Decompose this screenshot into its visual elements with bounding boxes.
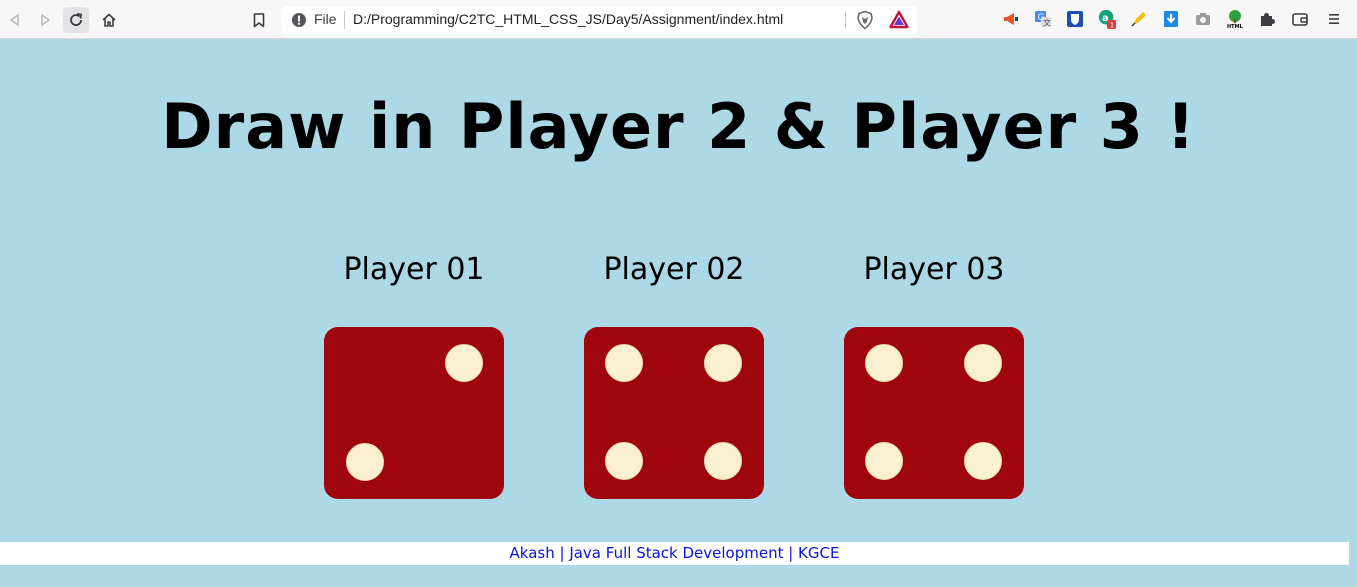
download-extension-icon[interactable]	[1161, 9, 1181, 29]
url-separator	[344, 11, 345, 29]
dice-pip	[704, 344, 742, 382]
forward-button[interactable]	[32, 7, 58, 33]
dice-pip	[865, 442, 903, 480]
dice-face	[584, 327, 764, 499]
dice-pip	[865, 344, 903, 382]
bookmark-button[interactable]	[248, 8, 270, 32]
puzzle-extensions-icon[interactable]	[1257, 9, 1277, 29]
bitwarden-extension-icon[interactable]	[1065, 9, 1085, 29]
brave-rewards-icon[interactable]	[889, 10, 909, 30]
page-footer: Akash | Java Full Stack Development | KG…	[0, 542, 1349, 565]
brave-shield-icon[interactable]	[855, 10, 875, 30]
svg-text:HTML: HTML	[1227, 24, 1244, 29]
html-tree-extension-icon[interactable]: HTML	[1225, 9, 1245, 29]
home-icon	[102, 13, 116, 27]
reload-icon	[70, 13, 83, 26]
dice-face	[844, 327, 1024, 499]
player-label: Player 03	[863, 252, 1005, 287]
screenshot-extension-icon[interactable]	[1193, 9, 1213, 29]
back-button[interactable]	[2, 7, 28, 33]
dice-face	[324, 327, 504, 499]
dice-pip	[964, 442, 1002, 480]
forward-arrow-icon	[41, 14, 50, 26]
dice-pip	[605, 344, 643, 382]
browser-toolbar: File D:/Programming/C2TC_HTML_CSS_JS/Day…	[0, 0, 1357, 39]
highlighter-extension-icon[interactable]	[1129, 9, 1149, 29]
menu-icon[interactable]	[1324, 9, 1344, 29]
url-text[interactable]: D:/Programming/C2TC_HTML_CSS_JS/Day5/Ass…	[353, 11, 783, 27]
reload-button[interactable]	[63, 7, 89, 33]
translate-extension-icon[interactable]: G文	[1033, 9, 1053, 29]
player-label: Player 02	[603, 252, 745, 287]
footer-text: Akash | Java Full Stack Development | KG…	[509, 544, 840, 562]
url-scheme-label: File	[314, 11, 337, 27]
page-title: Draw in Player 2 & Player 3 !	[161, 90, 1196, 163]
dice-pip	[605, 442, 643, 480]
back-arrow-icon	[10, 14, 19, 26]
dice-pip	[346, 443, 384, 481]
info-icon[interactable]	[291, 12, 307, 28]
grammarly-extension-icon[interactable]: a1	[1097, 9, 1117, 30]
svg-text:1: 1	[1110, 21, 1115, 30]
player-label: Player 01	[343, 252, 485, 287]
home-button[interactable]	[96, 7, 122, 33]
svg-text:文: 文	[1043, 18, 1051, 28]
address-bar[interactable]: File D:/Programming/C2TC_HTML_CSS_JS/Day…	[282, 6, 917, 34]
dice-pip	[704, 442, 742, 480]
dice-pip	[445, 344, 483, 382]
url-separator	[845, 11, 846, 29]
player-card-2: Player 02	[584, 250, 764, 499]
player-card-1: Player 01	[324, 250, 504, 499]
bookmark-icon	[253, 12, 265, 27]
player-card-3: Player 03	[844, 250, 1024, 499]
megaphone-extension-icon[interactable]	[1001, 9, 1021, 29]
dice-pip	[964, 344, 1002, 382]
wallet-icon[interactable]	[1290, 9, 1310, 29]
